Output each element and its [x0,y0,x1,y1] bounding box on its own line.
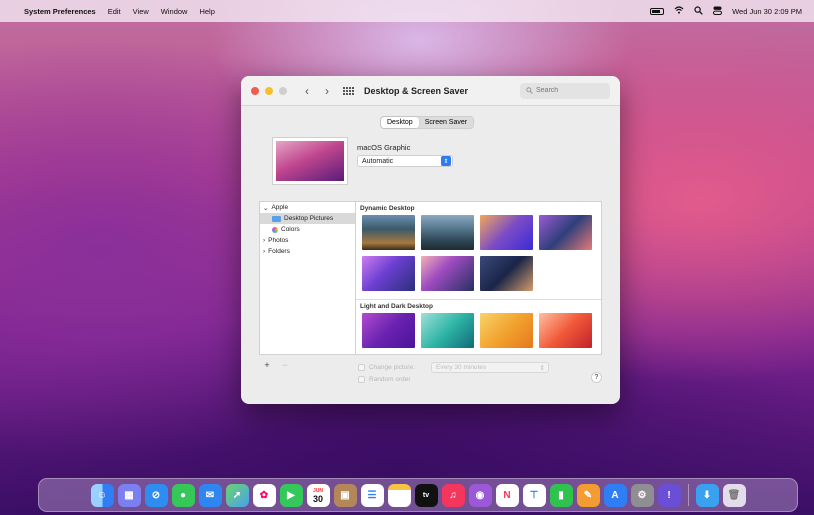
minimize-button[interactable] [265,86,273,95]
wallpaper-thumbnail[interactable] [362,215,415,250]
tab-desktop[interactable]: Desktop [381,117,419,128]
maps-icon[interactable]: ➚ [225,483,249,507]
dock: ☺ ▦ ⊘ ● ✉ ➚ ✿ ▶ JUN 30 ▣ ☰ tv ♫ ◉ N ⊤ ▮ … [38,478,798,512]
change-picture-option[interactable]: Change picture: [358,364,415,371]
interval-select[interactable]: Every 30 minutes ⇕ [431,362,549,373]
random-order-option[interactable]: Random order [358,376,411,383]
wallpaper-thumbnail[interactable] [362,313,415,348]
menu-window[interactable]: Window [161,7,188,16]
title-bar: ‹ › Desktop & Screen Saver [241,76,620,106]
current-wallpaper-preview [272,137,348,185]
wallpaper-thumbnail[interactable] [421,256,474,291]
spotlight-icon[interactable] [694,5,703,17]
menu-view[interactable]: View [133,7,149,16]
source-desktop-pictures[interactable]: Desktop Pictures [260,213,355,224]
chevron-down-icon: ⌄ [263,204,269,212]
mail-icon[interactable]: ✉ [198,483,222,507]
launchpad-icon[interactable]: ▦ [117,483,141,507]
wallpaper-thumbnail[interactable] [480,313,533,348]
window-title: Desktop & Screen Saver [364,85,469,96]
add-folder-button[interactable]: + [261,360,273,370]
wifi-icon[interactable] [674,6,684,16]
apple-tv-icon[interactable]: tv [414,483,438,507]
music-icon[interactable]: ♫ [441,483,465,507]
chevron-right-icon: › [263,237,266,244]
zoom-button[interactable] [279,86,287,95]
keynote-icon[interactable]: ⊤ [522,483,546,507]
facetime-icon[interactable]: ▶ [279,483,303,507]
clock[interactable]: Wed Jun 30 2:09 PM [732,7,802,16]
color-wheel-icon [272,226,278,233]
messages-icon[interactable]: ● [171,483,195,507]
section-dynamic-desktop: Dynamic Desktop [360,205,415,212]
source-apple[interactable]: ⌄ Apple [260,202,355,213]
control-center-icon[interactable] [713,6,723,17]
pages-icon[interactable]: ✎ [576,483,600,507]
news-icon[interactable]: N [495,483,519,507]
source-photos[interactable]: › Photos [260,235,355,246]
remove-folder-button[interactable]: − [279,360,291,370]
menu-help[interactable]: Help [199,7,214,16]
help-button[interactable]: ? [591,372,602,383]
random-order-label: Random order [369,376,411,383]
menu-app-name[interactable]: System Preferences [24,7,96,16]
dock-separator [687,484,689,506]
photos-icon[interactable]: ✿ [252,483,276,507]
wallpaper-thumbnail[interactable] [421,215,474,250]
system-preferences-icon[interactable]: ⚙ [630,483,654,507]
segmented-tabs: Desktop Screen Saver [380,116,475,129]
section-light-dark-desktop: Light and Dark Desktop [360,303,433,310]
wallpaper-thumbnail[interactable] [362,256,415,291]
chevron-updown-icon: ⇕ [441,156,451,166]
trash-icon[interactable]: 🗑 [722,483,746,507]
notes-icon[interactable] [387,483,411,507]
source-colors[interactable]: Colors [260,224,355,235]
change-picture-checkbox[interactable] [358,364,365,371]
chevron-updown-icon: ⇕ [539,364,545,372]
folder-icon [272,215,281,222]
podcasts-icon[interactable]: ◉ [468,483,492,507]
wallpaper-thumbnail[interactable] [539,313,592,348]
forward-arrow-icon[interactable]: › [325,84,329,98]
interval-value: Every 30 minutes [436,364,487,371]
search-field[interactable] [520,82,610,99]
wallpaper-thumbnail[interactable] [480,215,533,250]
reminders-icon[interactable]: ☰ [360,483,384,507]
wallpaper-thumbnail[interactable] [421,313,474,348]
back-arrow-icon[interactable]: ‹ [305,84,309,98]
menu-bar: System Preferences Edit View Window Help… [0,0,814,22]
source-folders[interactable]: › Folders [260,246,355,257]
contacts-icon[interactable]: ▣ [333,483,357,507]
feedback-assistant-icon[interactable]: ! [657,483,681,507]
change-picture-label: Change picture: [369,364,415,371]
search-icon [526,87,533,94]
wallpaper-thumbnail[interactable] [539,215,592,250]
downloads-folder-icon[interactable]: ⬇ [695,483,719,507]
chevron-right-icon: › [263,248,266,255]
battery-icon[interactable] [650,7,665,15]
app-store-icon[interactable]: A [603,483,627,507]
finder-icon[interactable]: ☺ [90,483,114,507]
appearance-mode-select[interactable]: Automatic ⇕ [357,155,453,167]
safari-icon[interactable]: ⊘ [144,483,168,507]
tab-screen-saver[interactable]: Screen Saver [419,117,473,128]
search-input[interactable] [536,87,596,94]
random-order-checkbox[interactable] [358,376,365,383]
source-list: ⌄ Apple Desktop Pictures Colors › Photos ›… [259,201,356,355]
picture-name: macOS Graphic [357,143,411,152]
wallpaper-thumbnail[interactable] [480,256,533,291]
close-button[interactable] [251,86,259,95]
menu-edit[interactable]: Edit [108,7,121,16]
preferences-window: ‹ › Desktop & Screen Saver Desktop Scree… [241,76,620,404]
calendar-icon[interactable]: JUN 30 [306,483,330,507]
wallpaper-gallery: Dynamic Desktop Light and Dark Desktop [355,201,602,355]
add-remove-controls: + − [261,360,291,370]
appearance-mode-value: Automatic [362,157,394,165]
numbers-icon[interactable]: ▮ [549,483,573,507]
show-all-grid-icon[interactable] [343,86,354,95]
